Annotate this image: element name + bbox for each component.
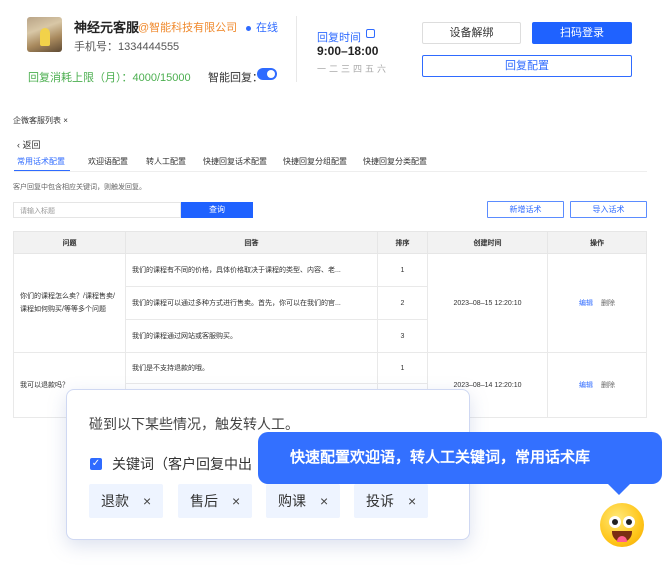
chip-label: 售后 xyxy=(190,493,218,509)
divider xyxy=(296,16,297,82)
close-icon[interactable]: × xyxy=(143,493,151,509)
keyword-chip[interactable]: 售后 × xyxy=(178,484,253,518)
tab-underline-base xyxy=(14,171,647,172)
reply-config-button[interactable]: 回复配置 xyxy=(422,55,632,77)
chip-label: 退款 xyxy=(101,493,129,509)
eye xyxy=(623,516,635,528)
company-name: @智能科技有限公司 xyxy=(138,22,238,34)
col-question: 问题 xyxy=(13,231,126,254)
popup-title: 碰到以下某些情况，触发转人工。 xyxy=(89,416,299,432)
keyword-chip[interactable]: 购课 × xyxy=(266,484,341,518)
delete-link[interactable]: 删除 xyxy=(601,382,615,389)
tab-welcome[interactable]: 欢迎语配置 xyxy=(88,156,128,167)
edit-link[interactable]: 编辑 xyxy=(579,300,593,307)
tab-quick-group[interactable]: 快捷回复分组配置 xyxy=(283,156,347,167)
col-actions: 操作 xyxy=(547,231,647,254)
search-input[interactable]: 请输入标题 xyxy=(13,202,181,218)
table-row: 你们的课程怎么卖？/课程售卖/课程如何购买/等等多个问题 我们的课程有不同的价格… xyxy=(13,253,647,353)
tab-bar: 常用话术配置 欢迎语配置 转人工配置 快捷回复话术配置 快捷回复分组配置 快捷回… xyxy=(0,156,662,170)
callout-tail xyxy=(607,483,631,495)
status-badge: 在线 xyxy=(246,19,278,35)
chip-label: 投诉 xyxy=(366,493,394,509)
tab-active-indicator xyxy=(14,170,70,171)
order-cell: 1 xyxy=(377,253,428,287)
table-row: 我可以退款吗？ 我们是不支持退款的哦。 1 2023–08–14 12:20:1… xyxy=(13,352,647,418)
actions-cell: 编辑 删除 xyxy=(547,253,647,353)
question-cell: 你们的课程怎么卖？/课程售卖/课程如何购买/等等多个问题 xyxy=(13,253,126,353)
scan-login-button[interactable]: 扫码登录 xyxy=(532,22,632,44)
edit-icon[interactable] xyxy=(366,29,375,38)
account-card: 神经元客服 @智能科技有限公司 在线 手机号：1334444555 回复消耗上限… xyxy=(0,0,662,96)
phone-number: 手机号：1334444555 xyxy=(74,41,180,53)
delete-link[interactable]: 删除 xyxy=(601,300,615,307)
check-icon[interactable]: ✓ xyxy=(90,458,102,470)
keyword-chip[interactable]: 退款 × xyxy=(89,484,164,518)
reply-days: 一二三四五六 xyxy=(317,64,390,74)
order-cell: 3 xyxy=(377,319,428,353)
answer-cell: 我们的课程可以通过多种方式进行售卖。首先，你可以在我们的官... xyxy=(125,286,378,320)
hint-text: 客户回复中包含相应关键词，则触发回复。 xyxy=(13,184,146,191)
close-icon[interactable]: × xyxy=(232,493,240,509)
tab-transfer[interactable]: 转人工配置 xyxy=(146,156,186,167)
back-label: 返回 xyxy=(22,140,41,150)
smart-reply-toggle[interactable] xyxy=(257,68,277,80)
feature-callout: 快速配置欢迎语，转人工关键词，常用话术库 xyxy=(258,432,662,484)
tab-quick-reply[interactable]: 快捷回复话术配置 xyxy=(203,156,267,167)
order-cell: 2 xyxy=(377,286,428,320)
keyword-label: 关键词（客户回复中出 xyxy=(112,456,252,472)
account-name: 神经元客服 xyxy=(74,20,140,35)
import-phrase-button[interactable]: 导入话术 xyxy=(570,201,647,218)
answer-cell: 我们的课程有不同的价格，具体价格取决于课程的类型、内容、老... xyxy=(125,253,378,287)
reply-limit: 回复消耗上限（月）：4000/15000 xyxy=(28,72,191,84)
reply-time-value: 9:00–18:00 xyxy=(317,44,379,58)
close-icon[interactable]: × xyxy=(408,493,416,509)
col-order: 排序 xyxy=(377,231,428,254)
actions-cell: 编辑 删除 xyxy=(547,352,647,418)
section-title: 企微客服列表 × xyxy=(13,116,68,125)
answer-cell: 我们是不支持退款的哦。 xyxy=(125,352,378,384)
order-cell: 1 xyxy=(377,352,428,384)
reply-time-label: 回复时间 xyxy=(317,32,361,44)
avatar xyxy=(27,17,62,52)
back-button[interactable]: ‹ 返回 xyxy=(17,138,41,151)
mouth xyxy=(612,531,632,542)
col-created: 创建时间 xyxy=(427,231,548,254)
close-icon[interactable]: × xyxy=(320,493,328,509)
col-answer: 回答 xyxy=(125,231,378,254)
search-button[interactable]: 查询 xyxy=(181,202,253,218)
tab-quick-category[interactable]: 快捷回复分类配置 xyxy=(363,156,427,167)
edit-link[interactable]: 编辑 xyxy=(579,382,593,389)
smart-reply-label: 智能回复： xyxy=(208,72,263,84)
add-phrase-button[interactable]: 新增话术 xyxy=(487,201,564,218)
tab-common-phrases[interactable]: 常用话术配置 xyxy=(17,156,65,167)
chip-label: 购课 xyxy=(278,493,306,509)
unbind-device-button[interactable]: 设备解绑 xyxy=(422,22,521,44)
answer-cell: 我们的课程通过网站或客服购买。 xyxy=(125,319,378,353)
created-cell: 2023–08–15 12:20:10 xyxy=(427,253,548,353)
smiley-icon xyxy=(600,503,644,547)
table-header: 问题 回答 排序 创建时间 操作 xyxy=(13,231,647,254)
keyword-chip[interactable]: 投诉 × xyxy=(354,484,429,518)
eye xyxy=(609,516,621,528)
